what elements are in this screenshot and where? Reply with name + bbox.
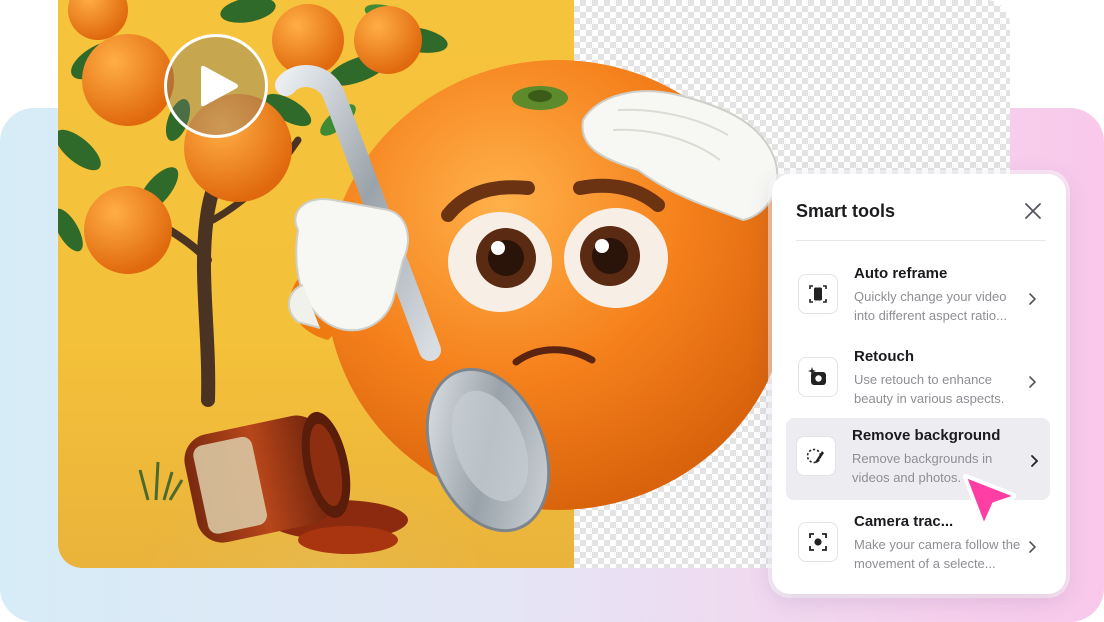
retouch-icon [798,357,838,397]
header-divider [796,240,1046,241]
tool-description: Make your camera follow the movement of … [854,537,1021,571]
tool-title: Retouch [854,348,914,365]
smart-tools-panel: Smart tools Auto reframe Quickly change … [772,174,1066,594]
tool-title: Remove background [852,427,1001,444]
tool-auto-reframe[interactable]: Auto reframe Quickly change your video i… [788,256,1048,336]
tool-retouch[interactable]: Retouch Use retouch to enhance beauty in… [788,339,1048,419]
cursor-pointer-icon [963,473,1016,526]
tool-description: Quickly change your video into different… [854,289,1007,323]
panel-title: Smart tools [796,201,896,221]
remove-background-icon [796,436,836,476]
reframe-icon [798,274,838,314]
chevron-right-icon [1029,376,1037,388]
panel-header: Smart tools [796,200,1046,224]
chevron-right-icon [1029,541,1037,553]
tool-title: Auto reframe [854,265,948,282]
play-icon [201,65,238,107]
chevron-right-icon [1029,293,1037,305]
chevron-right-icon [1031,455,1039,467]
camera-tracking-icon [798,522,838,562]
tool-title: Camera trac... [854,513,954,530]
play-button[interactable] [164,34,268,138]
tool-description: Use retouch to enhance beauty in various… [854,372,1005,406]
close-icon[interactable] [1022,200,1044,222]
